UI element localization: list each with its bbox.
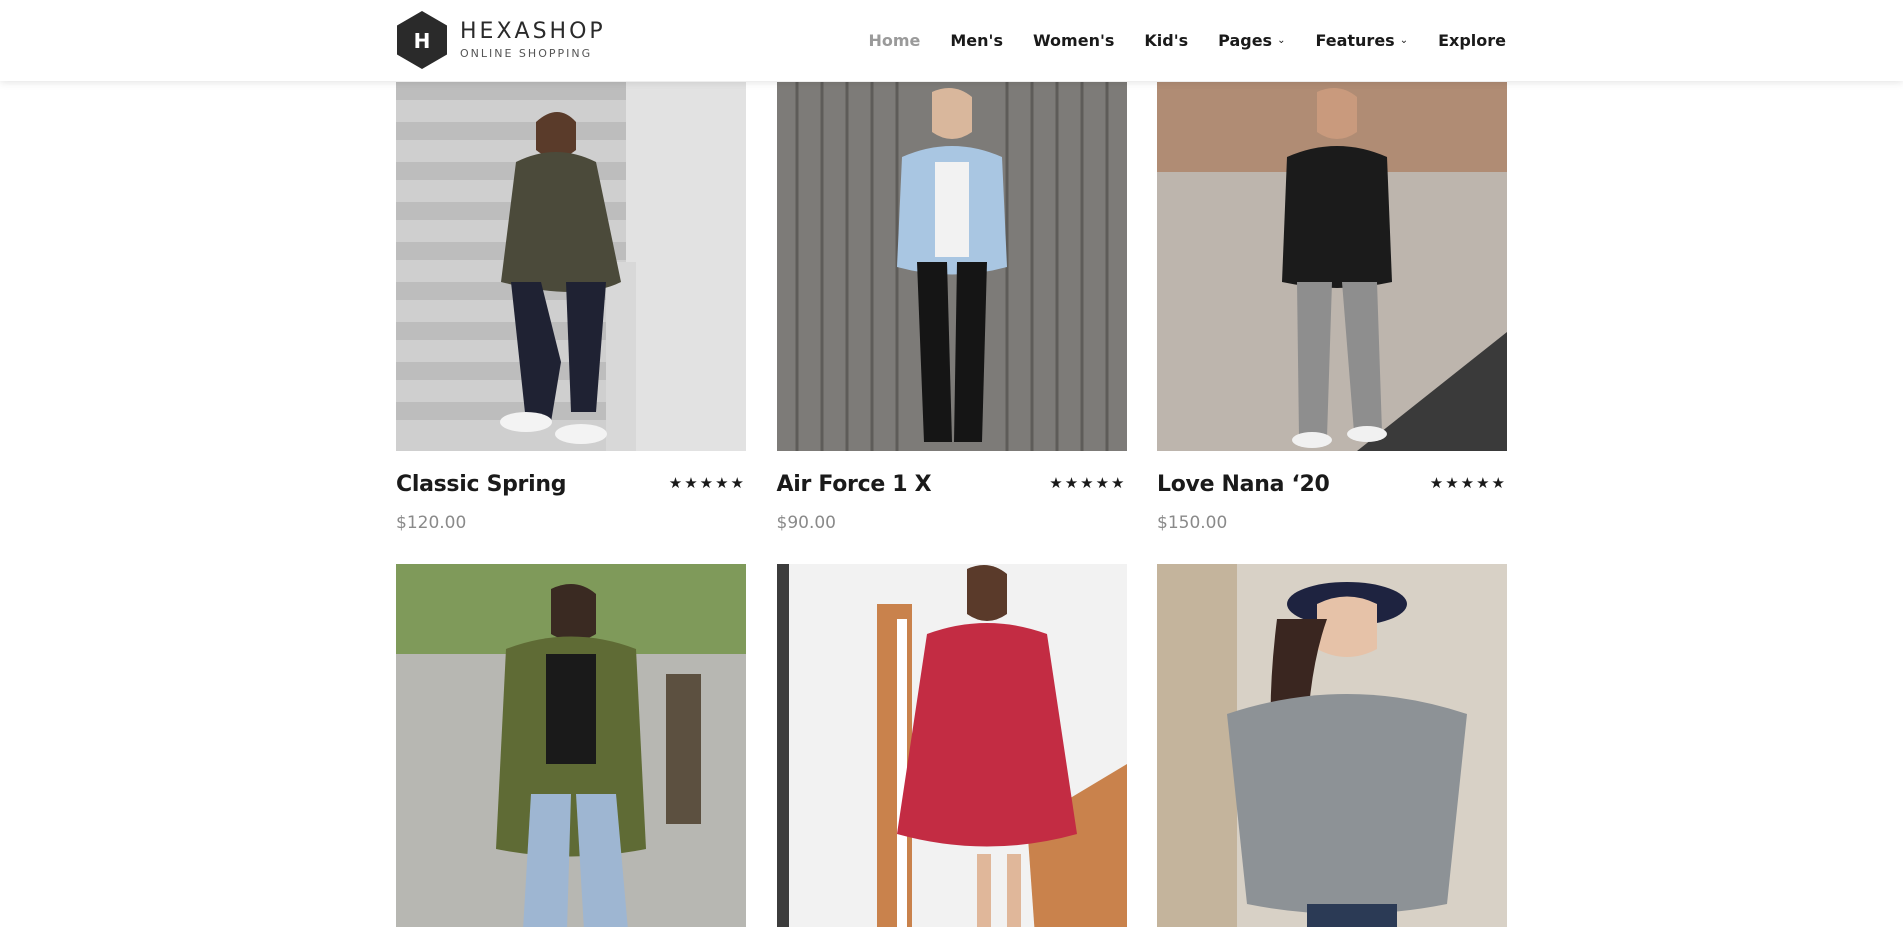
nav-explore-label: Explore [1438,31,1506,50]
product-image[interactable] [1157,564,1507,927]
product-title[interactable]: Love Nana ‘20 [1157,472,1330,497]
rating-stars-icon: ★★★★★ [1049,474,1127,492]
site-header: H HEXASHOP ONLINE SHOPPING Home Men's Wo… [0,0,1903,81]
product-title[interactable]: Air Force 1 X [777,472,932,497]
product-image[interactable] [1157,82,1507,451]
rating-stars-icon: ★★★★★ [1429,474,1507,492]
product-price: $90.00 [776,513,836,533]
nav-pages-dropdown[interactable]: Pages ⌄ [1218,31,1285,50]
product-price: $120.00 [396,513,467,533]
rating-stars-icon: ★★★★★ [668,474,746,492]
product-card[interactable] [1157,564,1507,927]
nav-features-dropdown[interactable]: Features ⌄ [1315,31,1408,50]
product-card[interactable]: Air Force 1 X ★★★★★ $90.00 [776,82,1127,564]
brand-name: HEXASHOP [460,19,606,44]
chevron-down-icon: ⌄ [1399,35,1409,46]
nav-kids[interactable]: Kid's [1144,31,1188,50]
nav-womens-label: Women's [1032,31,1115,50]
nav-home-label: Home [868,31,921,50]
product-grid: Classic Spring ★★★★★ $120.00 Air Force 1… [396,82,1507,927]
nav-features-label: Features [1315,31,1395,50]
product-info: Love Nana ‘20 ★★★★★ $150.00 [1157,451,1507,564]
nav-mens-label: Men's [950,31,1003,50]
logo-text: HEXASHOP ONLINE SHOPPING [460,19,606,61]
product-card[interactable] [396,564,746,927]
product-card[interactable]: Love Nana ‘20 ★★★★★ $150.00 [1157,82,1507,564]
hexagon-logo-icon: H [397,11,447,69]
nav-explore[interactable]: Explore [1438,31,1506,50]
nav-kids-label: Kid's [1144,31,1189,50]
product-image[interactable] [776,82,1127,451]
product-info: Classic Spring ★★★★★ $120.00 [396,451,746,564]
nav-womens[interactable]: Women's [1033,31,1114,50]
product-image[interactable] [396,82,746,451]
product-image[interactable] [776,564,1127,927]
logo[interactable]: H HEXASHOP ONLINE SHOPPING [396,10,606,70]
nav-home[interactable]: Home [868,31,920,50]
nav-pages-label: Pages [1218,31,1273,50]
main-nav: Home Men's Women's Kid's Pages ⌄ Features… [838,0,1506,81]
product-info: Air Force 1 X ★★★★★ $90.00 [777,451,1127,564]
brand-tagline: ONLINE SHOPPING [460,47,593,60]
product-card[interactable]: Classic Spring ★★★★★ $120.00 [396,82,746,564]
chevron-down-icon: ⌄ [1277,35,1286,46]
product-price: $150.00 [1157,513,1228,533]
svg-text:H: H [414,29,431,53]
product-image[interactable] [396,564,746,927]
product-card[interactable] [776,564,1127,927]
nav-mens[interactable]: Men's [950,31,1003,50]
product-title[interactable]: Classic Spring [396,472,566,497]
